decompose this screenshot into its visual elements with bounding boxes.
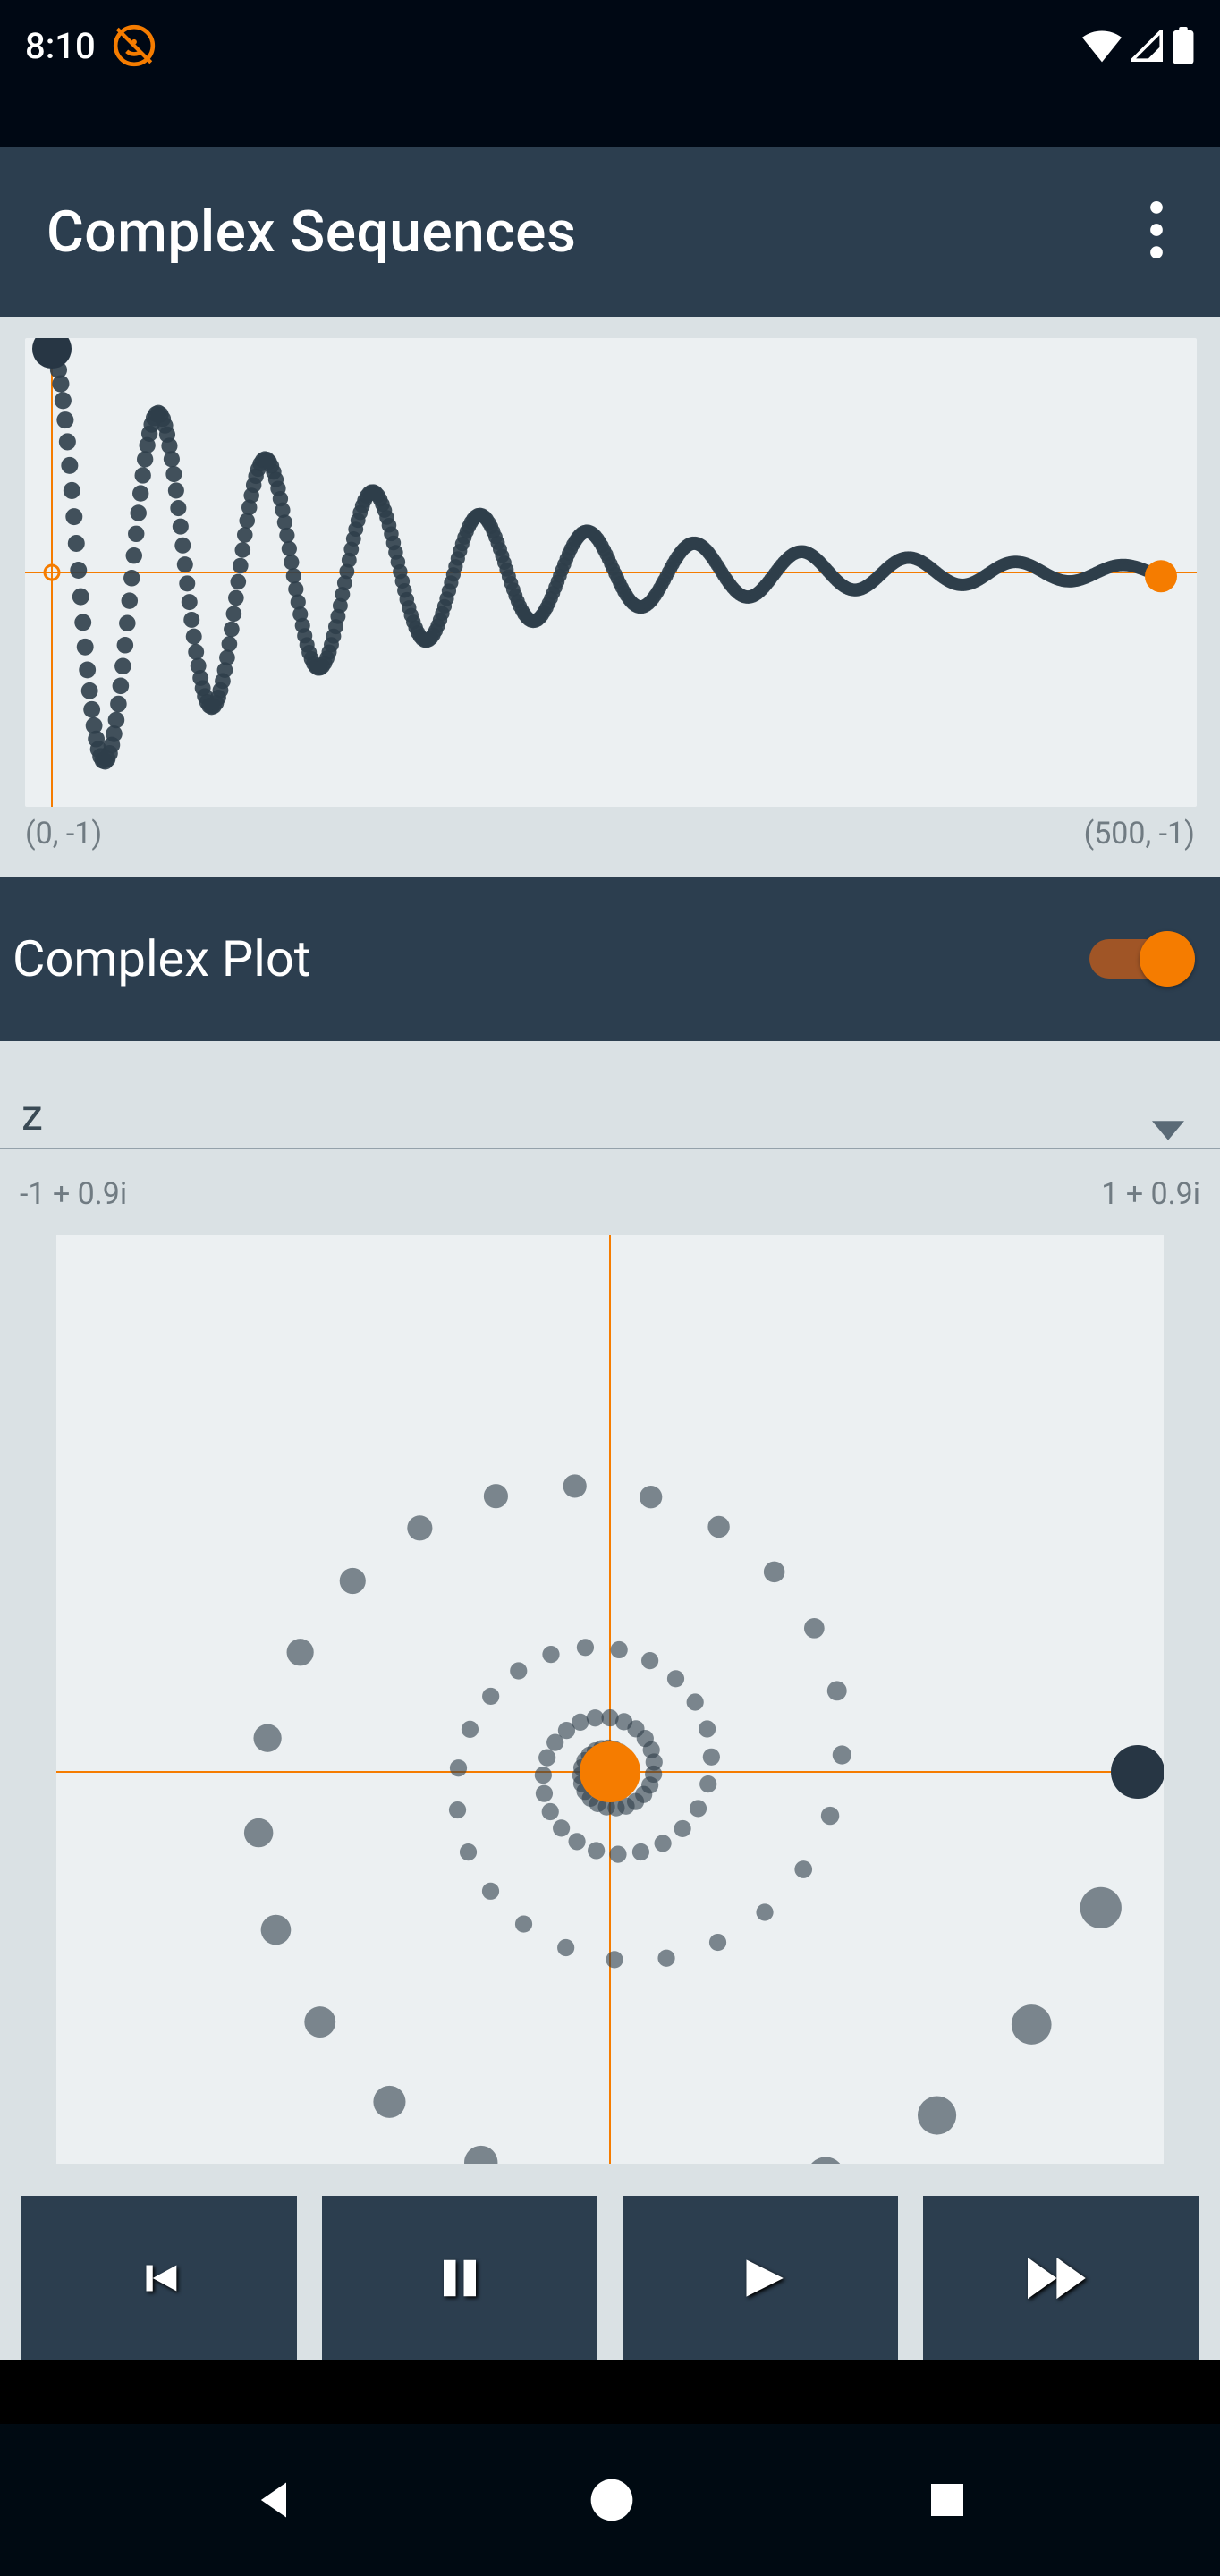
complex-top-right-label: 1 + 0.9i [1101, 1176, 1200, 1212]
status-clock: 8:10 [25, 25, 96, 67]
fast-forward-icon [1028, 2254, 1094, 2302]
complex-plane-plot[interactable] [56, 1235, 1164, 2164]
player-controls [0, 2164, 1220, 2360]
nav-back-button[interactable] [251, 2474, 298, 2526]
status-right [1082, 27, 1195, 64]
play-icon [733, 2250, 788, 2306]
app-notification-icon [112, 23, 157, 68]
play-button[interactable] [623, 2196, 898, 2360]
z-selector-label: z [21, 1089, 43, 1140]
waveform-section: (0, -1) (500, -1) [0, 317, 1220, 877]
battery-icon [1172, 27, 1195, 64]
overflow-menu-button[interactable] [1116, 191, 1197, 272]
pause-button[interactable] [322, 2196, 597, 2360]
page-title: Complex Sequences [47, 199, 576, 266]
nav-recents-button[interactable] [926, 2479, 969, 2521]
complex-plot-header: Complex Plot [0, 877, 1220, 1041]
complex-plot-section: z -1 + 0.9i 1 + 0.9i [0, 1041, 1220, 2360]
skip-previous-button[interactable] [21, 2196, 297, 2360]
complex-top-left-label: -1 + 0.9i [20, 1176, 127, 1212]
waveform-right-label: (500, -1) [1084, 816, 1195, 852]
status-left: 8:10 [25, 23, 157, 68]
pause-icon [436, 2250, 484, 2306]
switch-thumb [1140, 931, 1195, 987]
waveform-axis-labels: (0, -1) (500, -1) [21, 807, 1199, 852]
waveform-plot[interactable] [25, 338, 1197, 807]
more-vert-icon [1150, 201, 1163, 262]
dropdown-caret-icon [1152, 1121, 1184, 1140]
fast-forward-button[interactable] [923, 2196, 1199, 2360]
complex-plot-toggle[interactable] [1088, 927, 1195, 991]
complex-plot-title: Complex Plot [13, 929, 310, 988]
app-bar: Complex Sequences [0, 147, 1220, 317]
complex-plot-range-labels: -1 + 0.9i 1 + 0.9i [0, 1149, 1220, 1216]
z-selector[interactable]: z [0, 1041, 1220, 1149]
nav-home-button[interactable] [587, 2475, 637, 2525]
wifi-icon [1082, 28, 1122, 64]
waveform-left-label: (0, -1) [25, 816, 102, 852]
cell-signal-icon [1131, 30, 1163, 62]
system-nav-bar [0, 2424, 1220, 2576]
status-bar: 8:10 [0, 0, 1220, 147]
skip-previous-icon [133, 2252, 185, 2304]
